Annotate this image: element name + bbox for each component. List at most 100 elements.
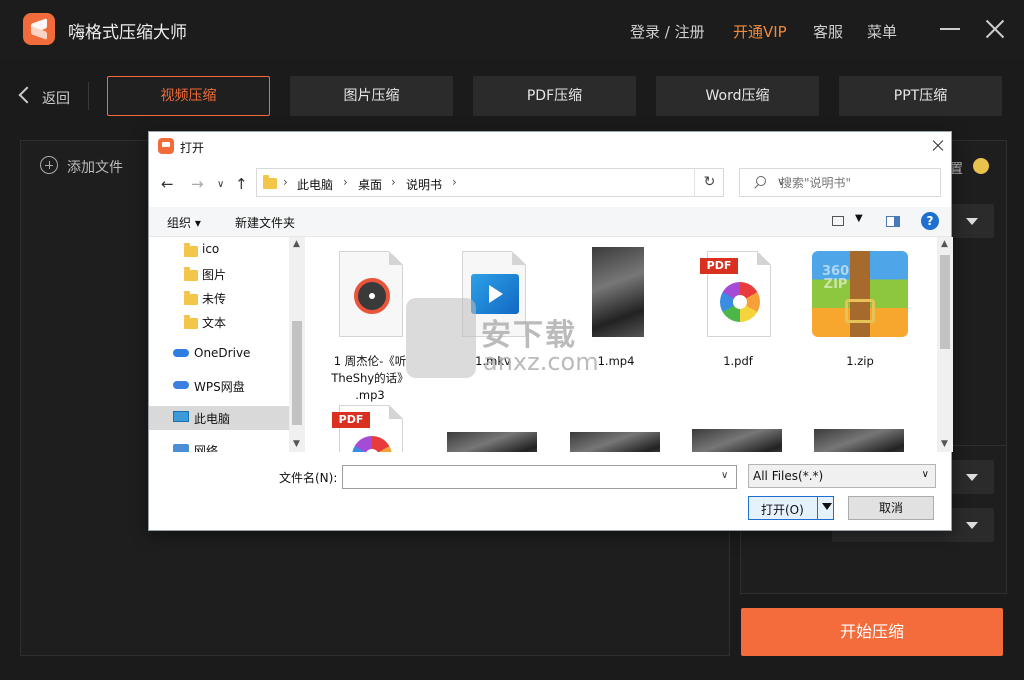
new-folder-button[interactable]: 新建文件夹 [235,214,295,231]
preview-pane-icon[interactable] [886,216,900,227]
file-item[interactable] [686,399,790,452]
file-type-value: All Files(*.*) [753,469,824,483]
open-button[interactable]: 打开(O) [748,496,834,520]
menu-link[interactable]: 菜单 [867,21,897,42]
tab-video-compress[interactable]: 视频压缩 [107,76,270,116]
nav-item-onedrive[interactable]: OneDrive [149,342,289,366]
chevron-left-icon [18,86,36,104]
watermark-shield-icon [406,298,476,378]
scroll-thumb[interactable] [292,321,302,425]
add-file-button[interactable]: 添加文件 [67,157,123,177]
nav-item-ico[interactable]: ico [149,238,289,262]
back-label: 返回 [42,91,70,107]
address-bar[interactable]: › 此电脑 › 桌面 › 说明书 › ∨ [256,168,785,197]
folder-icon [184,243,198,257]
file-item[interactable]: 360 ZIP 1.zip [808,245,912,375]
zip-archive-icon: 360 ZIP [812,251,908,337]
file-item[interactable] [564,399,668,452]
recent-chevron-down-icon[interactable]: ∨ [217,179,224,190]
chevron-right-icon: › [283,175,288,189]
chevron-right-icon: › [391,175,396,189]
nav-item-wps-cloud[interactable]: WPS网盘 [149,374,289,398]
file-list-scrollbar[interactable]: ▲ ▼ [937,237,953,452]
file-type-select[interactable]: All Files(*.*) ∨ [748,464,936,488]
close-app-button[interactable] [982,16,1008,42]
coin-icon [973,158,989,174]
nav-item-text[interactable]: 文本 [149,310,289,334]
divider [88,82,89,110]
plus-circle-icon[interactable] [40,156,58,174]
scroll-down-icon[interactable]: ▼ [293,439,300,449]
refresh-icon: ↻ [703,174,716,190]
pdf-file-icon: PDF [700,251,771,337]
forward-arrow-icon[interactable]: → [191,175,204,193]
nav-item-unsent[interactable]: 未传 [149,286,289,310]
chevron-down-icon: ∨ [921,469,929,480]
open-button-label: 打开(O) [761,503,804,517]
scroll-up-icon[interactable]: ▲ [293,239,300,249]
music-file-icon [339,251,403,337]
customer-service-link[interactable]: 客服 [813,21,843,42]
app-logo-icon [23,13,55,45]
search-box[interactable] [739,168,941,197]
breadcrumb-desktop[interactable]: 桌面 [358,176,382,193]
open-dropdown-icon[interactable] [822,503,832,510]
breadcrumb-this-pc[interactable]: 此电脑 [297,176,333,193]
tab-image-compress[interactable]: 图片压缩 [290,76,453,116]
navigation-pane: ico 图片 未传 文本 OneDrive WPS网盘 此电脑 网络 [149,237,305,452]
tab-word-compress[interactable]: Word压缩 [656,76,819,116]
chevron-down-icon [966,474,978,481]
network-icon [173,444,189,452]
nav-item-network[interactable]: 网络 [149,438,289,452]
organize-button[interactable]: 组织 ▾ [167,214,201,231]
nav-item-pictures[interactable]: 图片 [149,262,289,286]
tab-ppt-compress[interactable]: PPT压缩 [839,76,1002,116]
dialog-toolbar: 组织 ▾ 新建文件夹 ▼ ? [149,207,951,237]
scroll-down-icon[interactable]: ▼ [941,439,948,449]
breadcrumb-manual[interactable]: 说明书 [406,176,442,193]
file-item[interactable]: PDF [318,399,422,452]
dialog-close-button[interactable] [928,136,948,156]
chevron-right-icon: › [452,175,457,189]
image-thumbnail [447,432,537,452]
nav-item-this-pc[interactable]: 此电脑 [149,406,289,430]
pdf-badge: PDF [700,258,738,274]
up-arrow-icon[interactable]: ↑ [235,175,248,193]
file-item[interactable] [441,399,545,452]
scroll-thumb[interactable] [940,255,950,349]
minimize-icon [940,28,960,30]
view-options-icon[interactable] [832,216,844,226]
login-register-link[interactable]: 登录 / 注册 [630,21,705,42]
search-input[interactable] [780,176,930,190]
folder-icon [184,291,198,305]
image-thumbnail [692,429,782,452]
file-item[interactable]: PDF 1.pdf [686,245,790,375]
start-compress-button[interactable]: 开始压缩 [741,608,1003,656]
video-thumbnail [592,247,644,337]
app-titlebar: 嗨格式压缩大师 登录 / 注册 开通VIP 客服 菜单 [0,0,1024,60]
chevron-down-icon[interactable]: ∨ [721,470,728,481]
file-item[interactable] [808,399,912,452]
file-list: 1 周杰伦-《听 TheShy的话》 .mp3 1.mkv 1.mp4 PDF … [305,237,937,452]
minimize-button[interactable] [937,16,963,42]
file-name: 1.pdf [723,354,753,368]
image-thumbnail [814,429,904,452]
dialog-title: 打开 [180,141,205,155]
app-logo-icon [158,138,174,154]
help-icon[interactable]: ? [921,212,939,230]
open-vip-link[interactable]: 开通VIP [733,21,787,42]
onedrive-icon [173,349,189,357]
watermark-subtext: anxz.com [483,348,599,376]
search-icon [756,176,766,186]
file-name: 1.zip [846,354,874,368]
app-title: 嗨格式压缩大师 [68,23,187,43]
zip-badge: 360 ZIP [822,264,850,292]
nav-scrollbar[interactable]: ▲ ▼ [289,237,305,452]
cancel-button[interactable]: 取消 [848,496,934,520]
scroll-up-icon[interactable]: ▲ [941,239,948,249]
chevron-down-icon[interactable]: ▼ [855,213,863,224]
tab-pdf-compress[interactable]: PDF压缩 [473,76,636,116]
back-arrow-icon[interactable]: ← [161,175,174,193]
refresh-button[interactable]: ↻ [694,168,724,197]
filename-input[interactable] [342,465,737,489]
